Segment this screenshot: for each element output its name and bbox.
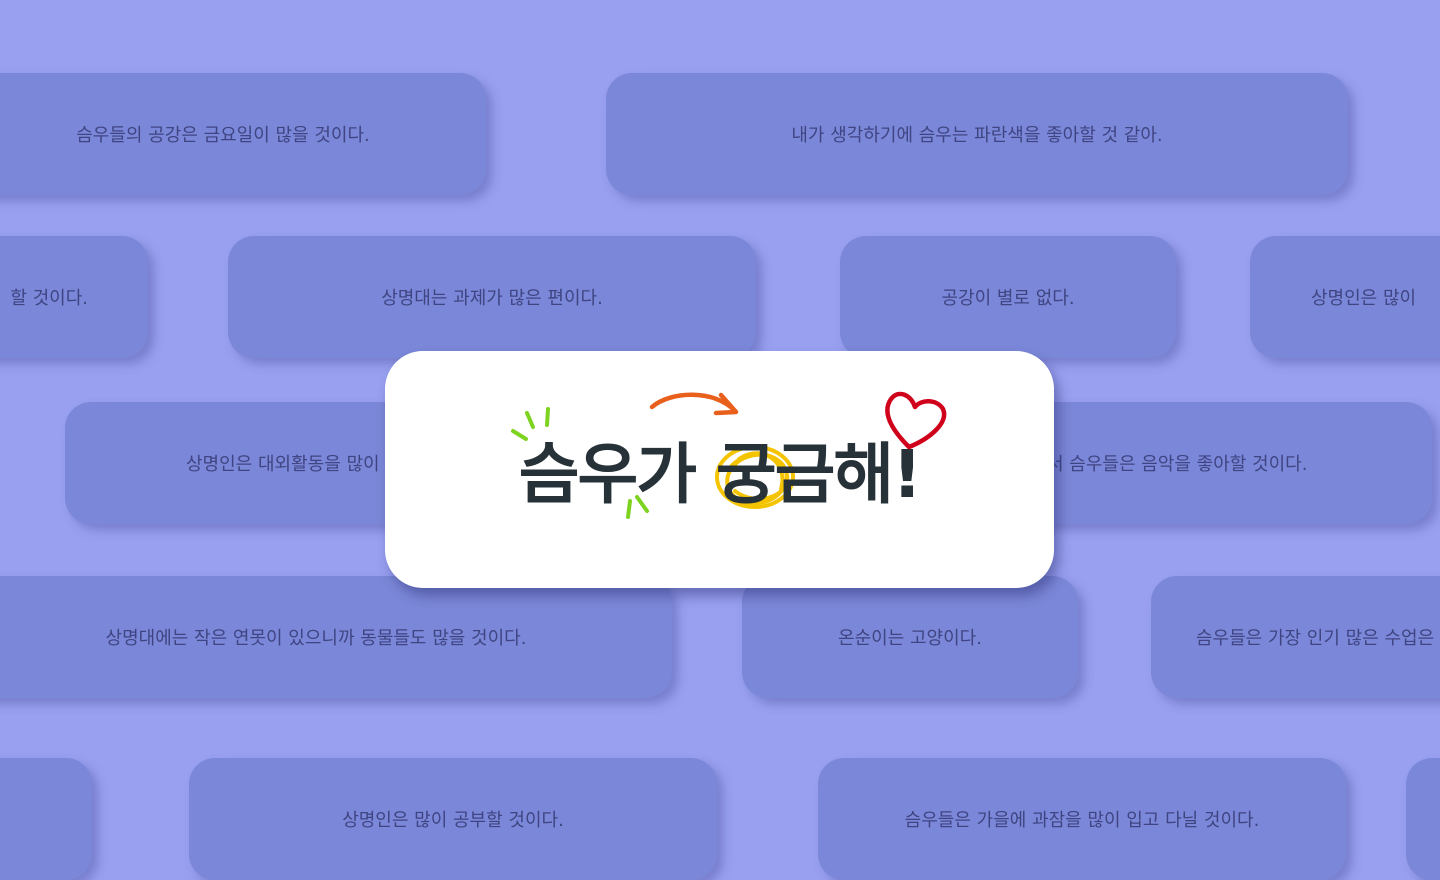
card-cat: 온순이는 고양이다. [742, 576, 1078, 698]
card-study: 상명인은 많이 공부할 것이다. [189, 758, 717, 880]
card-text: 상명인은 대외활동을 많이 [186, 454, 380, 475]
card-empty-right [1406, 758, 1440, 880]
card-text: 상명대에는 작은 연못이 있으니까 동물들도 많을 것이다. [105, 628, 527, 649]
card-text: 슴우들은 가을에 과잠을 많이 입고 다닐 것이다. [904, 810, 1260, 831]
card-free-period: 공강이 별로 없다. [840, 236, 1176, 358]
card-jacket: 슴우들은 가을에 과잠을 많이 입고 다닐 것이다. [818, 758, 1346, 880]
card-text: 서 슴우들은 음악을 좋아할 것이다. [1047, 454, 1308, 475]
card-assignments: 상명대는 과제가 많은 편이다. [228, 236, 756, 358]
card-text: 상명인은 많이 [1311, 288, 1417, 309]
card-text: 슴우들의 공강은 금요일이 많을 것이다. [76, 125, 370, 146]
card-sangmyung-many: 상명인은 많이 [1250, 236, 1440, 358]
card-text: 내가 생각하기에 슴우는 파란색을 좋아할 것 같아. [791, 125, 1163, 146]
card-text: 할 것이다. [10, 288, 88, 309]
card-text: 상명대는 과제가 많은 편이다. [381, 288, 603, 309]
card-popular-class: 슴우들은 가장 인기 많은 수업은 [1151, 576, 1440, 698]
card-partial-left: 할 것이다. [0, 236, 148, 358]
card-blue-color: 내가 생각하기에 슴우는 파란색을 좋아할 것 같아. [606, 73, 1348, 195]
card-text: 슴우들은 가장 인기 많은 수업은 [1196, 628, 1435, 649]
card-text: 온순이는 고양이다. [838, 628, 982, 649]
card-text: 상명인은 많이 공부할 것이다. [342, 810, 564, 831]
card-pond: 상명대에는 작은 연못이 있으니까 동물들도 많을 것이다. [0, 576, 672, 698]
card-friday-free: 슴우들의 공강은 금요일이 많을 것이다. [0, 73, 486, 195]
card-empty-left [0, 758, 92, 880]
curved-arrow-icon [649, 392, 739, 416]
card-text: 공강이 별로 없다. [941, 288, 1075, 309]
hero-title: 슴우가 궁금해! [518, 436, 922, 513]
hero-card: 슴우가 궁금해! [385, 351, 1054, 588]
